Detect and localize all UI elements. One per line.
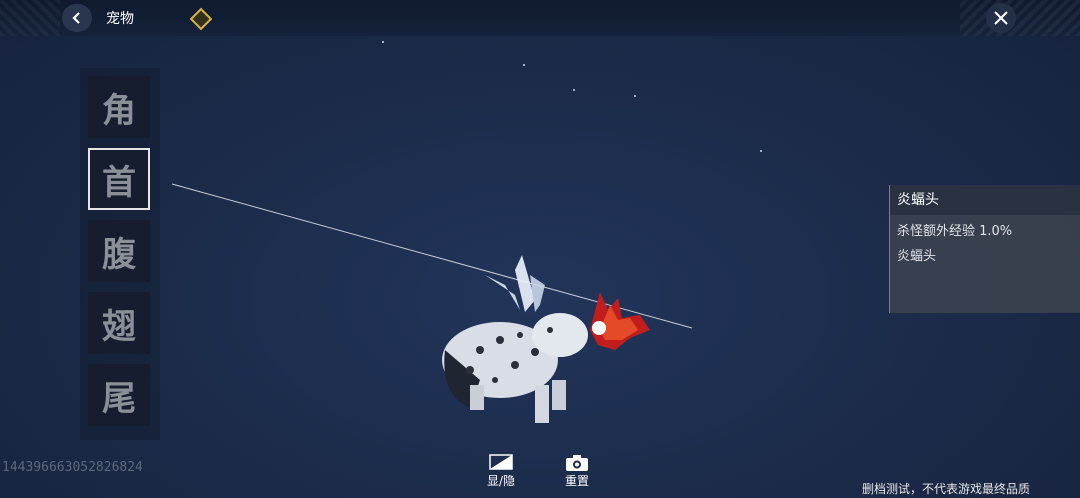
reset-button[interactable]: 重置 [547, 454, 607, 494]
game-scene: 宠物 角 首 腹 翅 尾 炎蝠头 杀怪额外经验 1.0% 炎蝠头 显/隐 重置 … [0, 0, 1080, 498]
part-info-panel: 炎蝠头 杀怪额外经验 1.0% 炎蝠头 [889, 185, 1080, 313]
part-name-text: 炎蝠头 [897, 249, 937, 264]
debug-id: 1443966630528268​24 [2, 460, 143, 475]
test-disclaimer: 删档测试，不代表游戏最终品质 [862, 482, 1031, 496]
pet-body [442, 313, 588, 423]
reset-label: 重置 [564, 474, 589, 488]
part-effect-text: 杀怪额外经验 1.0% [897, 224, 1013, 239]
pet-wings [485, 255, 545, 312]
part-anchor-dot [592, 321, 606, 335]
camera-icon [566, 455, 588, 471]
toggle-visibility-button[interactable]: 显/隐 [471, 454, 531, 494]
part-info-title: 炎蝠头 [890, 185, 1080, 215]
show-hide-icon [489, 454, 513, 470]
toggle-visibility-label: 显/隐 [486, 474, 516, 488]
